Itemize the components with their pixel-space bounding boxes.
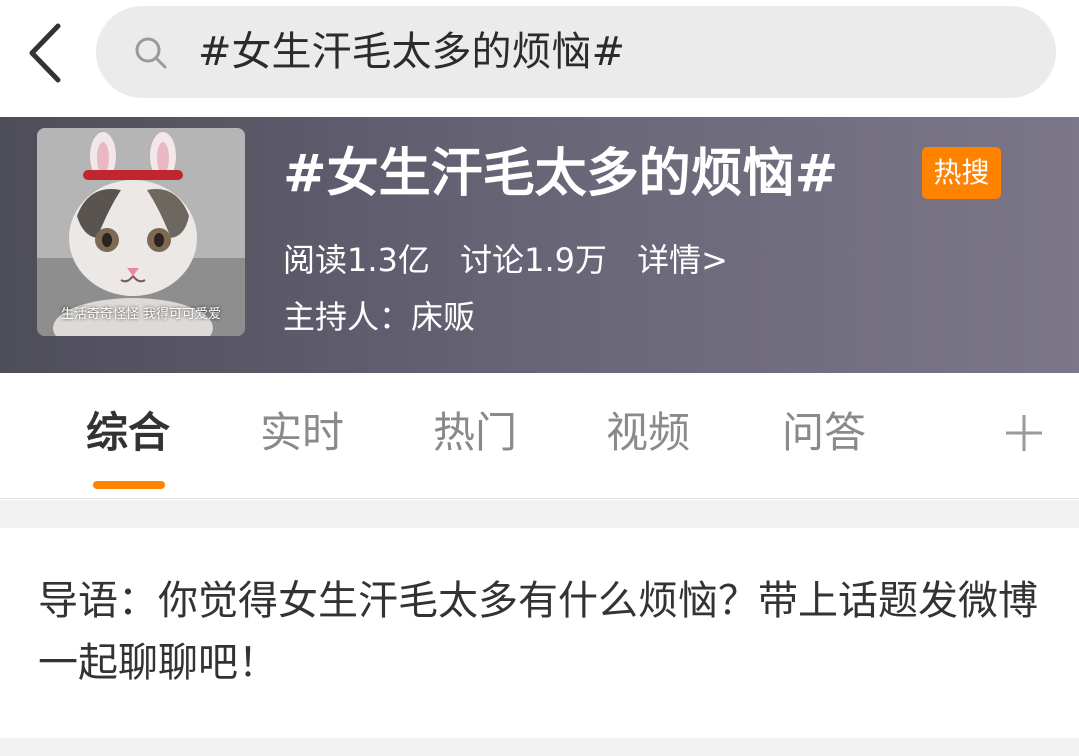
detail-link[interactable]: 详情>: [637, 241, 728, 279]
tab-hot[interactable]: 热门: [433, 403, 517, 463]
search-input[interactable]: #女生汗毛太多的烦恼#: [96, 6, 1056, 98]
topic-avatar[interactable]: 生活奇奇怪怪 我得可可爱爱: [37, 128, 245, 336]
avatar-caption: 生活奇奇怪怪 我得可可爱爱: [60, 307, 222, 322]
tab-comprehensive[interactable]: 综合: [86, 403, 170, 463]
section-divider-bottom: [0, 738, 1079, 756]
add-tab-button[interactable]: [998, 403, 1050, 463]
top-bar: #女生汗毛太多的烦恼#: [0, 0, 1079, 117]
topic-intro: 导语：你觉得女生汗毛太多有什么烦恼？带上话题发微博一起聊聊吧！: [38, 578, 1038, 686]
tab-bar: 综合 实时 热门 视频 问答: [0, 373, 1079, 499]
plus-icon: [1006, 415, 1042, 451]
search-query-text: #女生汗毛太多的烦恼#: [198, 29, 626, 75]
active-tab-indicator: [93, 481, 165, 489]
section-divider: [0, 500, 1079, 528]
tab-realtime[interactable]: 实时: [260, 403, 344, 463]
topic-host: 主持人：床贩: [283, 298, 476, 336]
hot-search-badge: 热搜: [922, 147, 1001, 199]
read-count: 阅读1.3亿: [283, 241, 430, 279]
tab-video[interactable]: 视频: [606, 403, 690, 463]
search-icon: [135, 37, 167, 69]
topic-title: #女生汗毛太多的烦恼#: [283, 144, 839, 204]
back-button[interactable]: [22, 18, 74, 88]
back-arrow-icon: [29, 23, 61, 83]
topic-stats: 阅读1.3亿 讨论1.9万 详情>: [283, 235, 748, 285]
tab-qa[interactable]: 问答: [782, 403, 866, 463]
topic-header: 生活奇奇怪怪 我得可可爱爱 #女生汗毛太多的烦恼# 热搜 阅读1.3亿 讨论1.…: [0, 117, 1079, 373]
discussion-count: 讨论1.9万: [460, 241, 607, 279]
